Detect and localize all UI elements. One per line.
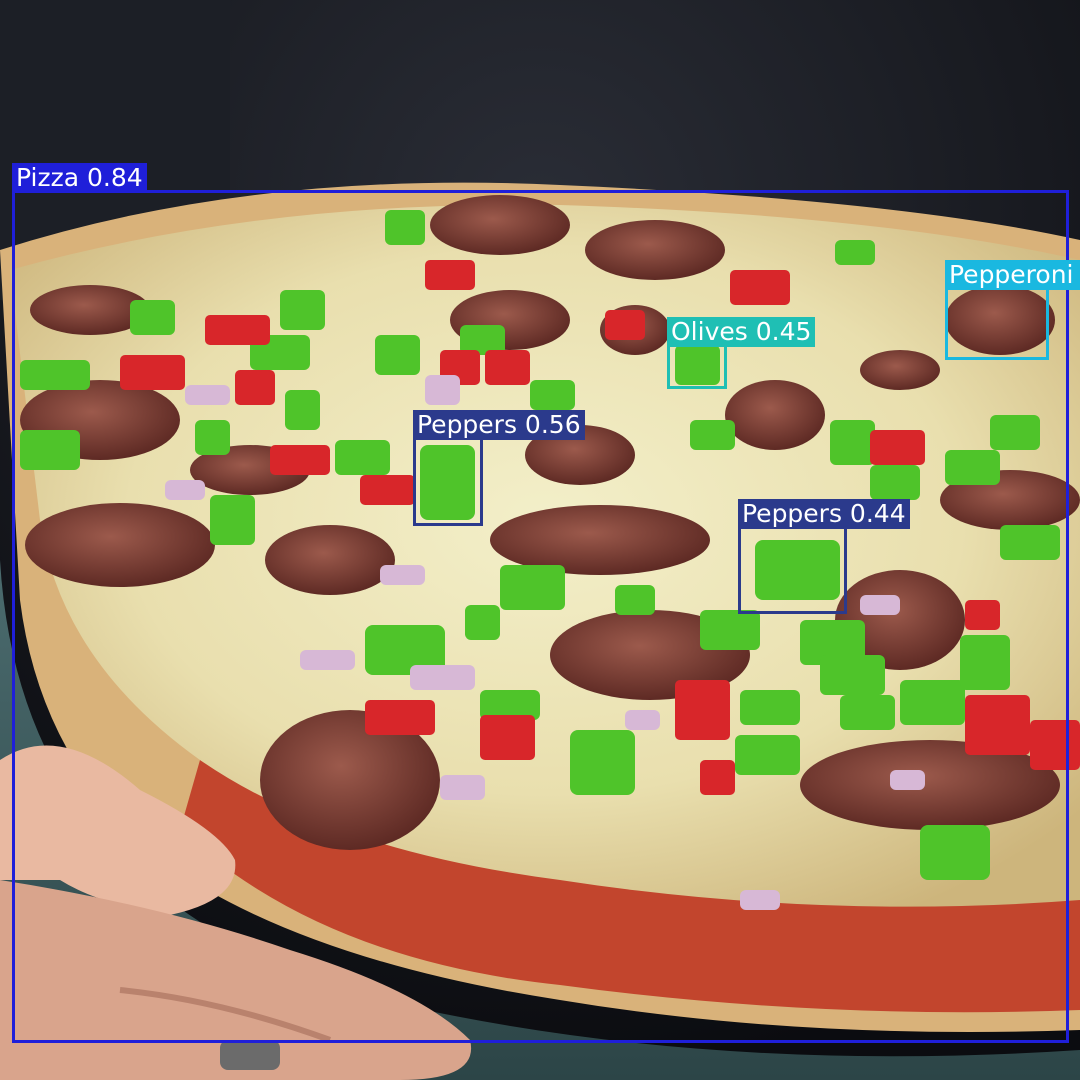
detection-box-peppers: Peppers 0.56 xyxy=(413,410,585,526)
detection-scene: Pizza 0.84 Pepperoni 0.5 Olives 0.45 Pep… xyxy=(0,0,1080,1080)
detection-label: Pizza 0.84 xyxy=(12,163,147,193)
detection-box-olives: Olives 0.45 xyxy=(667,317,816,389)
detection-label: Peppers 0.56 xyxy=(413,410,585,440)
detection-label: Olives 0.45 xyxy=(667,317,816,347)
detection-label: Peppers 0.44 xyxy=(738,499,910,529)
detection-box-pizza: Pizza 0.84 xyxy=(12,163,1069,1043)
detection-box-peppers: Peppers 0.44 xyxy=(738,499,910,614)
detection-label: Pepperoni 0.5 xyxy=(945,260,1080,290)
ring xyxy=(220,1040,280,1070)
detection-box-pepperoni: Pepperoni 0.5 xyxy=(945,260,1080,360)
